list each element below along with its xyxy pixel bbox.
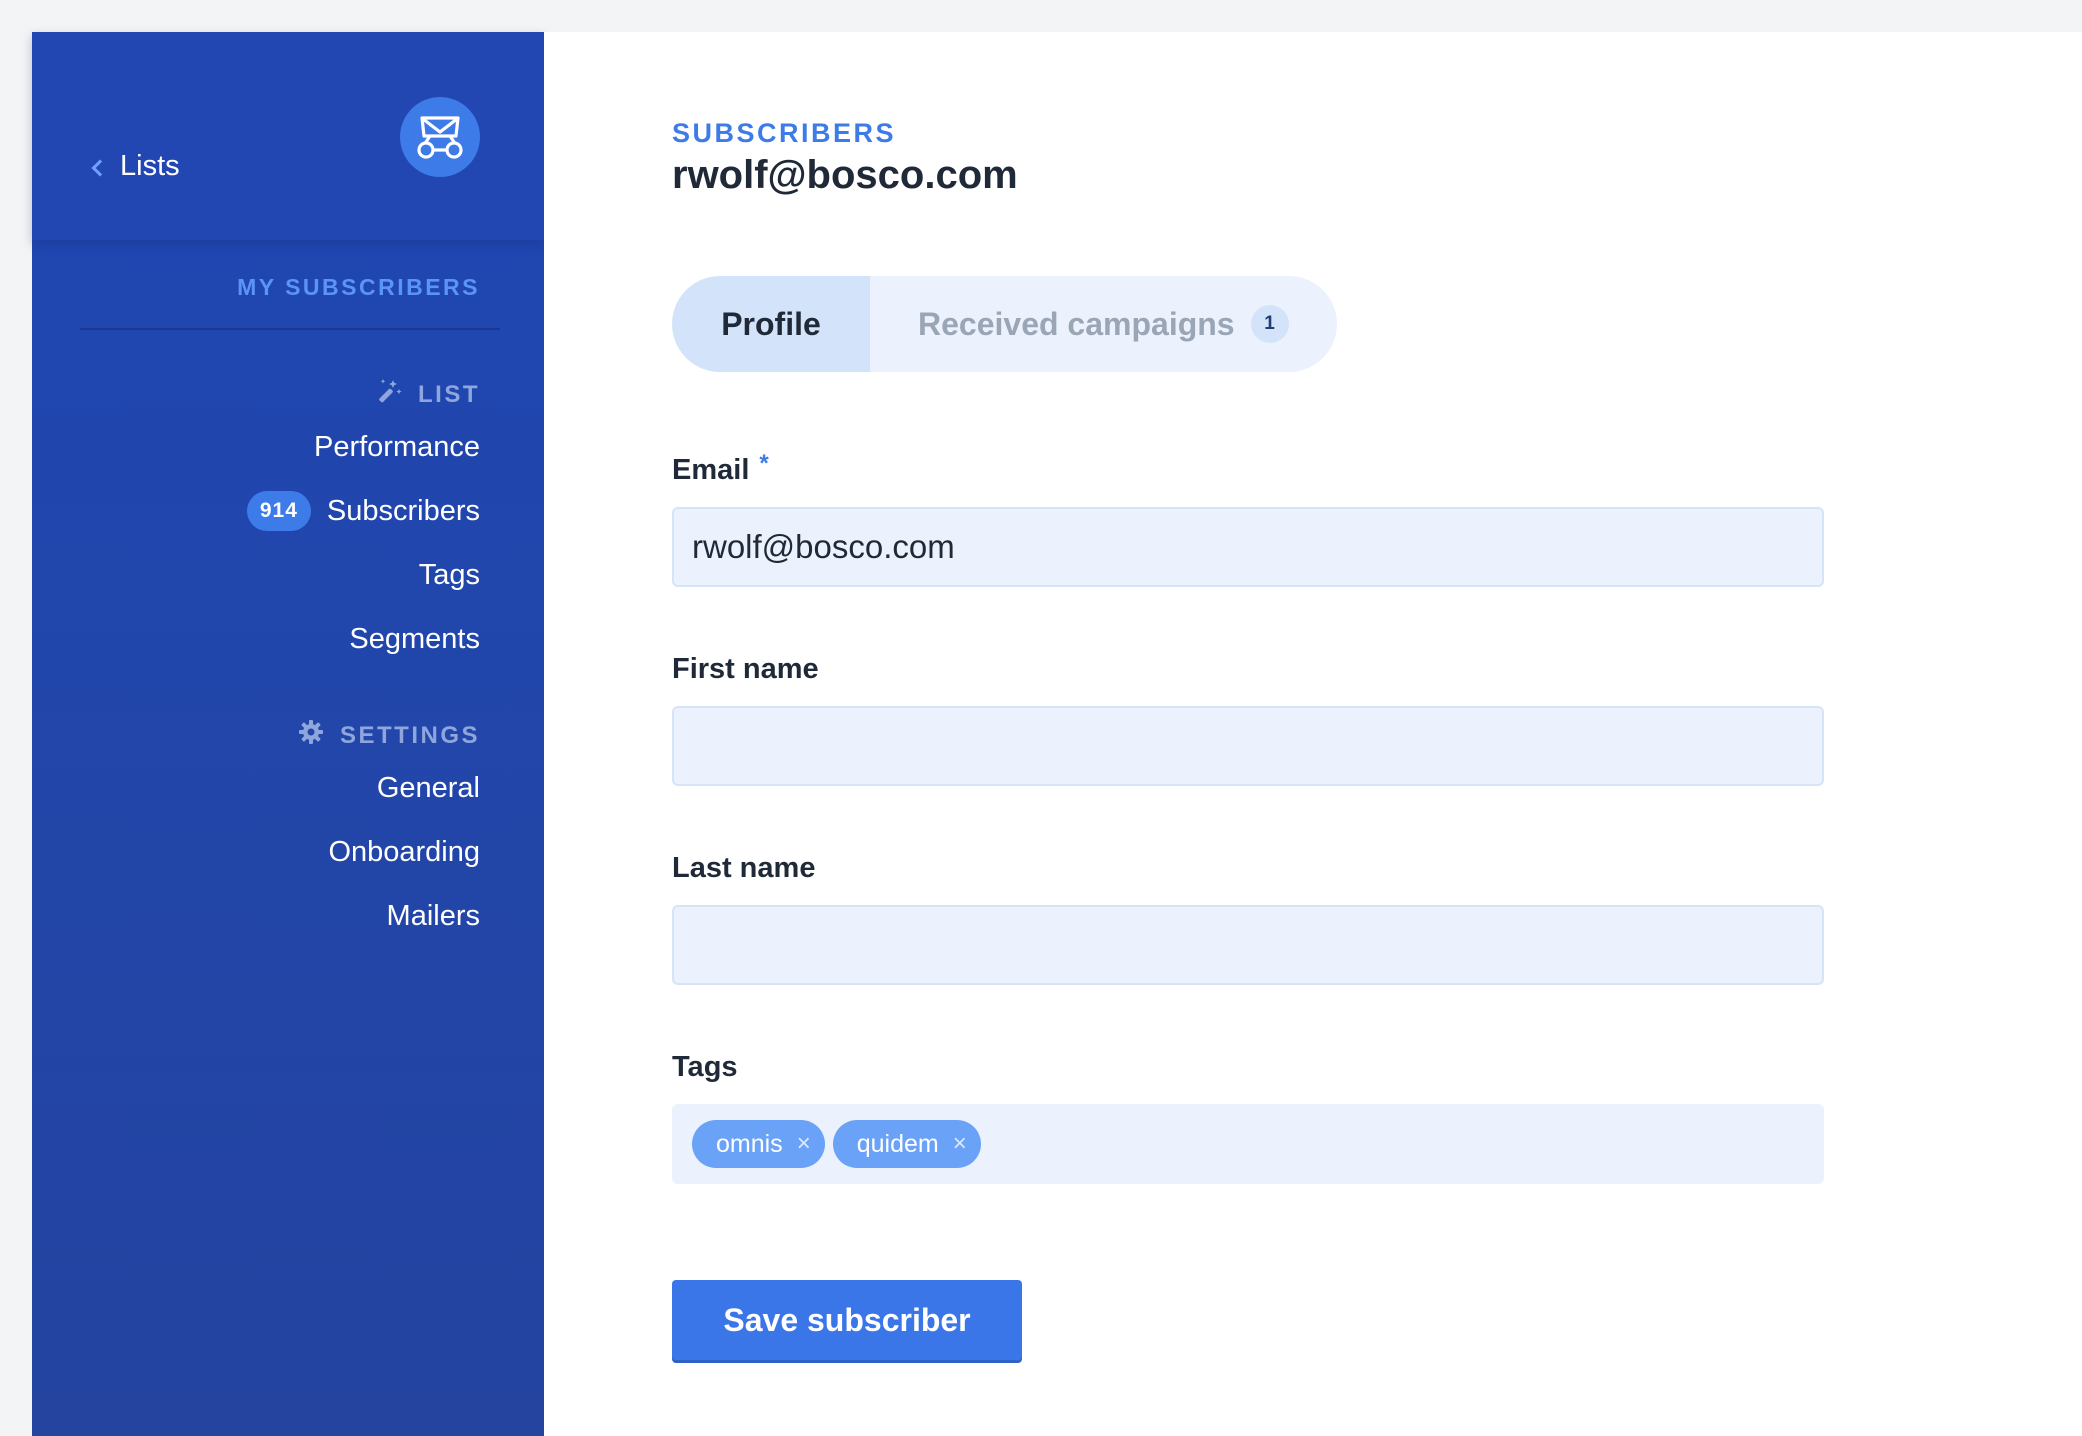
required-mark: *: [759, 450, 769, 477]
sidebar-item-label: Tags: [418, 558, 480, 591]
last-name-field-group: Last name: [672, 852, 1824, 985]
sidebar-item-label: General: [376, 771, 480, 804]
sidebar-item-label: Subscribers: [326, 494, 480, 527]
section-title-settings-label: SETTINGS: [339, 721, 480, 749]
tag-chip-label: omnis: [716, 1129, 783, 1158]
tab-bar: Profile Received campaigns 1: [672, 276, 1337, 372]
main-content: SUBSCRIBERS rwolf@bosco.com Profile Rece…: [544, 32, 2082, 1436]
last-name-label: Last name: [672, 852, 1824, 885]
sidebar-item-onboarding[interactable]: Onboarding: [32, 820, 480, 884]
magic-wand-icon: [376, 378, 402, 411]
first-name-label: First name: [672, 653, 1824, 686]
first-name-input[interactable]: [672, 706, 1824, 786]
close-icon[interactable]: ×: [797, 1132, 811, 1156]
sidebar-item-mailers[interactable]: Mailers: [32, 884, 480, 948]
last-name-input[interactable]: [672, 905, 1824, 985]
sidebar-item-segments[interactable]: Segments: [32, 607, 480, 671]
tab-profile[interactable]: Profile: [672, 276, 870, 372]
tag-chip: quidem ×: [832, 1120, 981, 1168]
gear-icon: [298, 719, 324, 752]
subscribers-count-badge: 914: [246, 491, 311, 531]
sidebar-divider: [80, 328, 500, 330]
tab-received-campaigns[interactable]: Received campaigns 1: [870, 276, 1337, 372]
tags-input[interactable]: omnis × quidem ×: [672, 1104, 1824, 1184]
sidebar-item-label: Mailers: [386, 899, 480, 932]
email-label-text: Email: [672, 454, 750, 486]
app-window: Lists MY SUBSCRIBERS LIST Performance 91…: [32, 32, 2082, 1436]
chevron-left-icon: [91, 159, 109, 176]
sidebar-nav: MY SUBSCRIBERS LIST Performance 914 Subs…: [32, 274, 544, 948]
sidebar-item-label: Onboarding: [328, 835, 480, 868]
first-name-field-group: First name: [672, 653, 1824, 786]
tab-received-campaigns-label: Received campaigns: [918, 305, 1235, 342]
sidebar-item-tags[interactable]: Tags: [32, 543, 480, 607]
section-title-list: LIST: [32, 378, 480, 411]
sidebar-item-general[interactable]: General: [32, 756, 480, 820]
last-name-label-text: Last name: [672, 852, 816, 884]
page-title: rwolf@bosco.com: [672, 153, 1018, 197]
tags-label-text: Tags: [672, 1051, 738, 1083]
sidebar-item-subscribers[interactable]: 914 Subscribers: [32, 479, 480, 543]
sidebar-item-label: Performance: [313, 430, 480, 463]
back-to-lists-link[interactable]: Lists: [91, 150, 180, 183]
tags-label: Tags: [672, 1051, 1824, 1084]
tag-chip: omnis ×: [692, 1120, 825, 1168]
back-link-label: Lists: [120, 150, 180, 182]
received-campaigns-count-badge: 1: [1250, 305, 1289, 343]
tab-profile-label: Profile: [721, 305, 821, 342]
close-icon[interactable]: ×: [953, 1132, 967, 1156]
save-subscriber-button[interactable]: Save subscriber: [672, 1280, 1022, 1360]
sidebar-header: Lists: [32, 32, 544, 240]
tags-field-group: Tags omnis × quidem ×: [672, 1051, 1824, 1184]
sidebar: Lists MY SUBSCRIBERS LIST Performance 91…: [32, 32, 544, 1436]
email-input[interactable]: [672, 507, 1824, 587]
sidebar-item-label: Segments: [349, 622, 480, 655]
email-label: Email *: [672, 450, 1824, 487]
sidebar-heading: MY SUBSCRIBERS: [237, 274, 480, 300]
tag-chip-label: quidem: [856, 1129, 939, 1158]
page-eyebrow: SUBSCRIBERS: [672, 118, 897, 148]
email-field-group: Email *: [672, 450, 1824, 587]
sidebar-item-performance[interactable]: Performance: [32, 415, 480, 479]
section-title-settings: SETTINGS: [32, 719, 480, 752]
logo-icon[interactable]: [400, 97, 480, 177]
first-name-label-text: First name: [672, 653, 819, 685]
section-title-list-label: LIST: [418, 380, 480, 408]
